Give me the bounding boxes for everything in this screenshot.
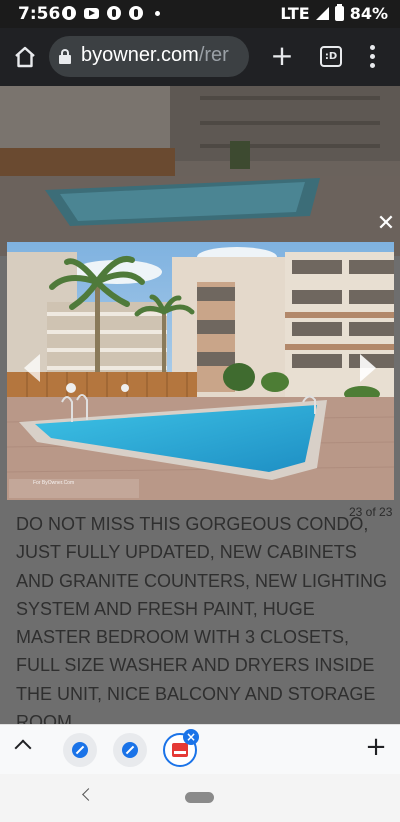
home-pill-button[interactable] (185, 792, 214, 803)
page-content: ✕ For ByOwner.Com 23 of 23 DO NOT MISS T… (0, 86, 400, 724)
plus-icon: + (365, 732, 387, 762)
plus-icon: + (270, 39, 294, 72)
browser-toolbar: byowner.com/rer + :D (0, 28, 400, 86)
close-icon: ✕ (376, 211, 396, 236)
next-photo-button[interactable] (360, 354, 376, 382)
battery-percent: 84% (349, 4, 388, 23)
pinterest-icon (107, 6, 121, 20)
status-right: LTE 84% (280, 4, 388, 23)
back-button[interactable] (82, 788, 95, 801)
new-tab-button[interactable]: + (268, 42, 296, 71)
youtube-icon (84, 8, 99, 19)
url-domain: byowner.com (81, 44, 199, 66)
pool-photo (7, 242, 394, 500)
byowner-logo-icon (172, 743, 188, 757)
lock-icon (59, 49, 71, 64)
pinterest-icon (62, 6, 76, 20)
tab-strip: × + (0, 724, 400, 774)
listing-photo[interactable] (7, 242, 394, 500)
notification-icons (62, 6, 160, 20)
more-notifications-dot-icon (155, 10, 160, 16)
url-text: byowner.com/rer (81, 44, 229, 67)
compass-icon (72, 742, 88, 758)
home-button[interactable] (12, 44, 38, 70)
more-vert-icon (370, 45, 375, 50)
status-time: 7:56 (18, 4, 61, 24)
system-navigation-bar (0, 774, 400, 822)
expand-tabs-button[interactable] (14, 739, 32, 757)
battery-icon (334, 4, 344, 21)
home-icon (15, 46, 35, 68)
background-listing-photo (0, 86, 400, 256)
status-bar: 7:56 LTE 84% (0, 0, 400, 28)
close-tab-button[interactable]: × (183, 729, 199, 745)
listing-description: DO NOT MISS THIS GORGEOUS CONDO, JUST FU… (16, 514, 388, 724)
pinterest-icon (129, 6, 143, 20)
overflow-menu-button[interactable] (362, 44, 382, 70)
tab-compass-1[interactable] (63, 733, 97, 767)
watermark-text: For ByOwner.Com (33, 480, 75, 486)
url-bar[interactable]: byowner.com/rer (49, 36, 249, 77)
new-tab-strip-button[interactable]: + (364, 732, 388, 762)
tab-switcher-button[interactable]: :D (320, 46, 342, 67)
network-label: LTE (280, 4, 310, 23)
tab-compass-2[interactable] (113, 733, 147, 767)
previous-photo-button[interactable] (24, 354, 40, 382)
signal-icon (315, 7, 329, 20)
url-path: /rer (198, 44, 229, 66)
compass-icon (122, 742, 138, 758)
close-viewer-button[interactable]: ✕ (375, 213, 397, 235)
